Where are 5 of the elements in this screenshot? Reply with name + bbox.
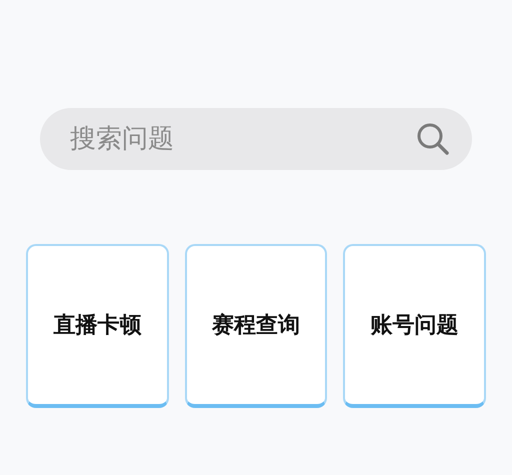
topic-card[interactable]: 账号问题 bbox=[343, 244, 486, 408]
search-icon[interactable] bbox=[416, 122, 450, 156]
topic-card[interactable]: 直播卡顿 bbox=[26, 244, 169, 408]
search-field[interactable]: 搜索问题 bbox=[40, 108, 472, 170]
topic-card[interactable]: 赛程查询 bbox=[184, 244, 328, 408]
